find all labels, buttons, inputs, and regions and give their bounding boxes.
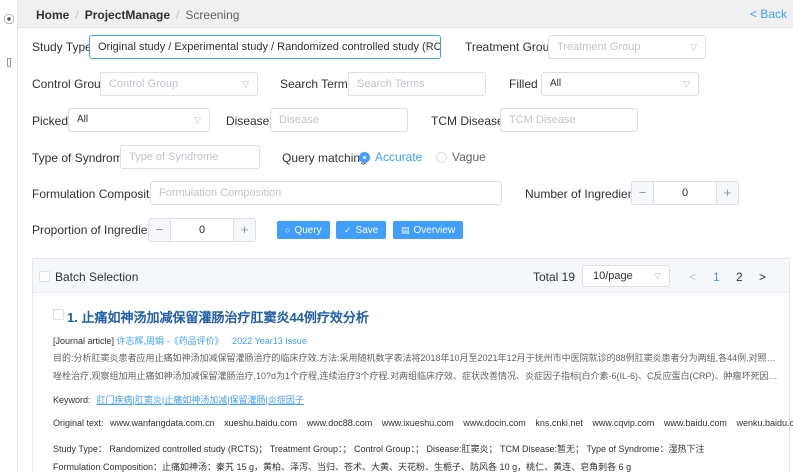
overview-button[interactable]: ▤ Overview	[393, 221, 464, 239]
page-1[interactable]: 1	[713, 270, 720, 284]
results-card: Batch Selection Total 19 10/page ▽ < 1 2…	[32, 258, 793, 472]
original-text-sources: Original text: www.wanfangdata.com.cn xu…	[53, 418, 793, 428]
abstract-line-2: 唑栓治疗,观察组加用止痛如神汤加减保留灌肠治疗,10?d为1个疗程,连续治疗3个…	[53, 371, 783, 381]
chevron-down-icon: ▽	[690, 42, 697, 52]
radio-accurate[interactable]: Accurate	[359, 150, 422, 164]
breadcrumb: Home / ProjectManage / Screening	[36, 8, 240, 22]
source-link[interactable]: kns.cnki.net	[535, 418, 583, 428]
location-pin-icon[interactable]: ⦿	[3, 14, 15, 26]
study-type-select[interactable]: Original study / Experimental study / Ra…	[89, 35, 441, 59]
result-meta: [Journal article] 许志辉,周娟 -《药品评价》 2022 Ye…	[53, 336, 307, 346]
back-link[interactable]: < Back	[750, 7, 787, 21]
source-link[interactable]: www.baidu.com	[664, 418, 727, 428]
study-type-label: Study Type	[32, 40, 92, 54]
check-icon: ✓	[344, 225, 352, 235]
source-link[interactable]: www.ixueshu.com	[382, 418, 454, 428]
search-icon: ○	[285, 225, 291, 235]
item-checkbox[interactable]	[53, 309, 64, 320]
type-of-syndrome-input[interactable]: Type of Syndrome	[120, 145, 260, 169]
number-of-ingredients-stepper[interactable]: − 0 +	[631, 181, 739, 205]
chevron-down-icon: ▽	[654, 271, 661, 281]
document-icon: ▤	[401, 225, 410, 235]
plus-icon[interactable]: +	[233, 219, 255, 241]
query-matching-label: Query matching	[282, 151, 367, 165]
issue[interactable]: 2022 Year13 Issue	[232, 336, 307, 346]
disease-label: Disease	[226, 114, 270, 128]
plus-icon[interactable]: +	[716, 182, 738, 204]
batch-select-checkbox[interactable]	[39, 271, 50, 282]
picked-label: Picked	[32, 114, 69, 128]
source-link[interactable]: www.wanfangdata.com.cn	[110, 418, 215, 428]
chevron-down-icon: ▽	[194, 115, 201, 125]
control-group-label: Control Group	[32, 77, 108, 91]
authors[interactable]: 许志辉,周娟	[117, 336, 165, 346]
source-link[interactable]: www.doc88.com	[307, 418, 373, 428]
prev-page-button[interactable]: <	[689, 270, 696, 284]
abstract-line-1: 目的:分析肛窦炎患者应用止痛如神汤加减保留灌肠治疗的临床疗效.方法:采用随机数字…	[53, 353, 783, 363]
proportion-of-ingredients-label: Proportion of Ingredients	[32, 223, 164, 237]
chevron-down-icon: ▽	[683, 79, 690, 89]
search-terms-input[interactable]: Search Terms	[348, 72, 486, 96]
batch-selection-label: Batch Selection	[55, 270, 139, 284]
panel-icon[interactable]: ▯	[3, 56, 15, 68]
minus-icon[interactable]: −	[632, 182, 654, 204]
treatment-group-select[interactable]: Treatment Group ▽	[548, 35, 706, 59]
chevron-down-icon: ▽	[242, 79, 249, 89]
formulation-composition-label: Formulation Composition	[32, 187, 166, 201]
source-link[interactable]: www.cqvip.com	[592, 418, 654, 428]
radio-vague[interactable]: Vague	[436, 150, 486, 164]
left-toolbar: ⦿ ▯	[0, 0, 18, 472]
results-header: Batch Selection Total 19 10/page ▽ < 1 2…	[33, 259, 789, 293]
proportion-of-ingredients-stepper[interactable]: − 0 +	[148, 218, 256, 242]
control-group-select[interactable]: Control Group ▽	[100, 72, 258, 96]
next-page-button[interactable]: >	[759, 270, 766, 284]
formulation-info-line: Formulation Composition：止痛如神汤：秦艽 15 g，黄柏…	[53, 462, 632, 472]
breadcrumb-current: Screening	[185, 8, 240, 22]
number-of-ingredients-label: Number of Ingredients	[525, 187, 644, 201]
breadcrumb-project[interactable]: ProjectManage	[85, 8, 170, 22]
picked-select[interactable]: All ▽	[68, 108, 210, 132]
breadcrumb-bar: Home / ProjectManage / Screening < Back	[18, 0, 793, 28]
main-area: Home / ProjectManage / Screening < Back Stud…	[18, 0, 793, 472]
breadcrumb-home[interactable]: Home	[36, 8, 69, 22]
source-link[interactable]: xueshu.baidu.com	[224, 418, 297, 428]
tcm-disease-input[interactable]: TCM Disease	[500, 108, 638, 132]
source-link[interactable]: www.docin.com	[463, 418, 526, 428]
query-button[interactable]: ○ Query	[277, 221, 330, 239]
filled-label: Filled	[509, 77, 538, 91]
page-2[interactable]: 2	[736, 270, 743, 284]
search-terms-label: Search Terms	[280, 77, 354, 91]
filled-select[interactable]: All ▽	[541, 72, 699, 96]
disease-input[interactable]: Disease	[270, 108, 408, 132]
type-of-syndrome-label: Type of Syndrome	[32, 151, 130, 165]
keywords: Keyword: 肛门疾病|肛窦炎|止痛如神汤加减|保留灌肠|炎症因子	[53, 395, 304, 405]
study-info-line: Study Type： Randomized controlled study …	[53, 444, 705, 454]
journal[interactable]: -《药品评价》	[167, 336, 224, 346]
tcm-disease-label: TCM Disease	[431, 114, 504, 128]
treatment-group-label: Treatment Group	[465, 40, 556, 54]
result-title[interactable]: 1. 止痛如神汤加减保留灌肠治疗肛窦炎44例疗效分析	[67, 307, 369, 326]
source-link[interactable]: wenku.baidu.com	[736, 418, 793, 428]
save-button[interactable]: ✓ Save	[336, 221, 387, 239]
formulation-composition-input[interactable]: Formulation Composition	[150, 181, 502, 205]
total-count: Total 19	[533, 270, 576, 284]
chevron-down-icon: ▽	[425, 42, 432, 52]
minus-icon[interactable]: −	[149, 219, 171, 241]
page-size-select[interactable]: 10/page ▽	[582, 265, 670, 287]
